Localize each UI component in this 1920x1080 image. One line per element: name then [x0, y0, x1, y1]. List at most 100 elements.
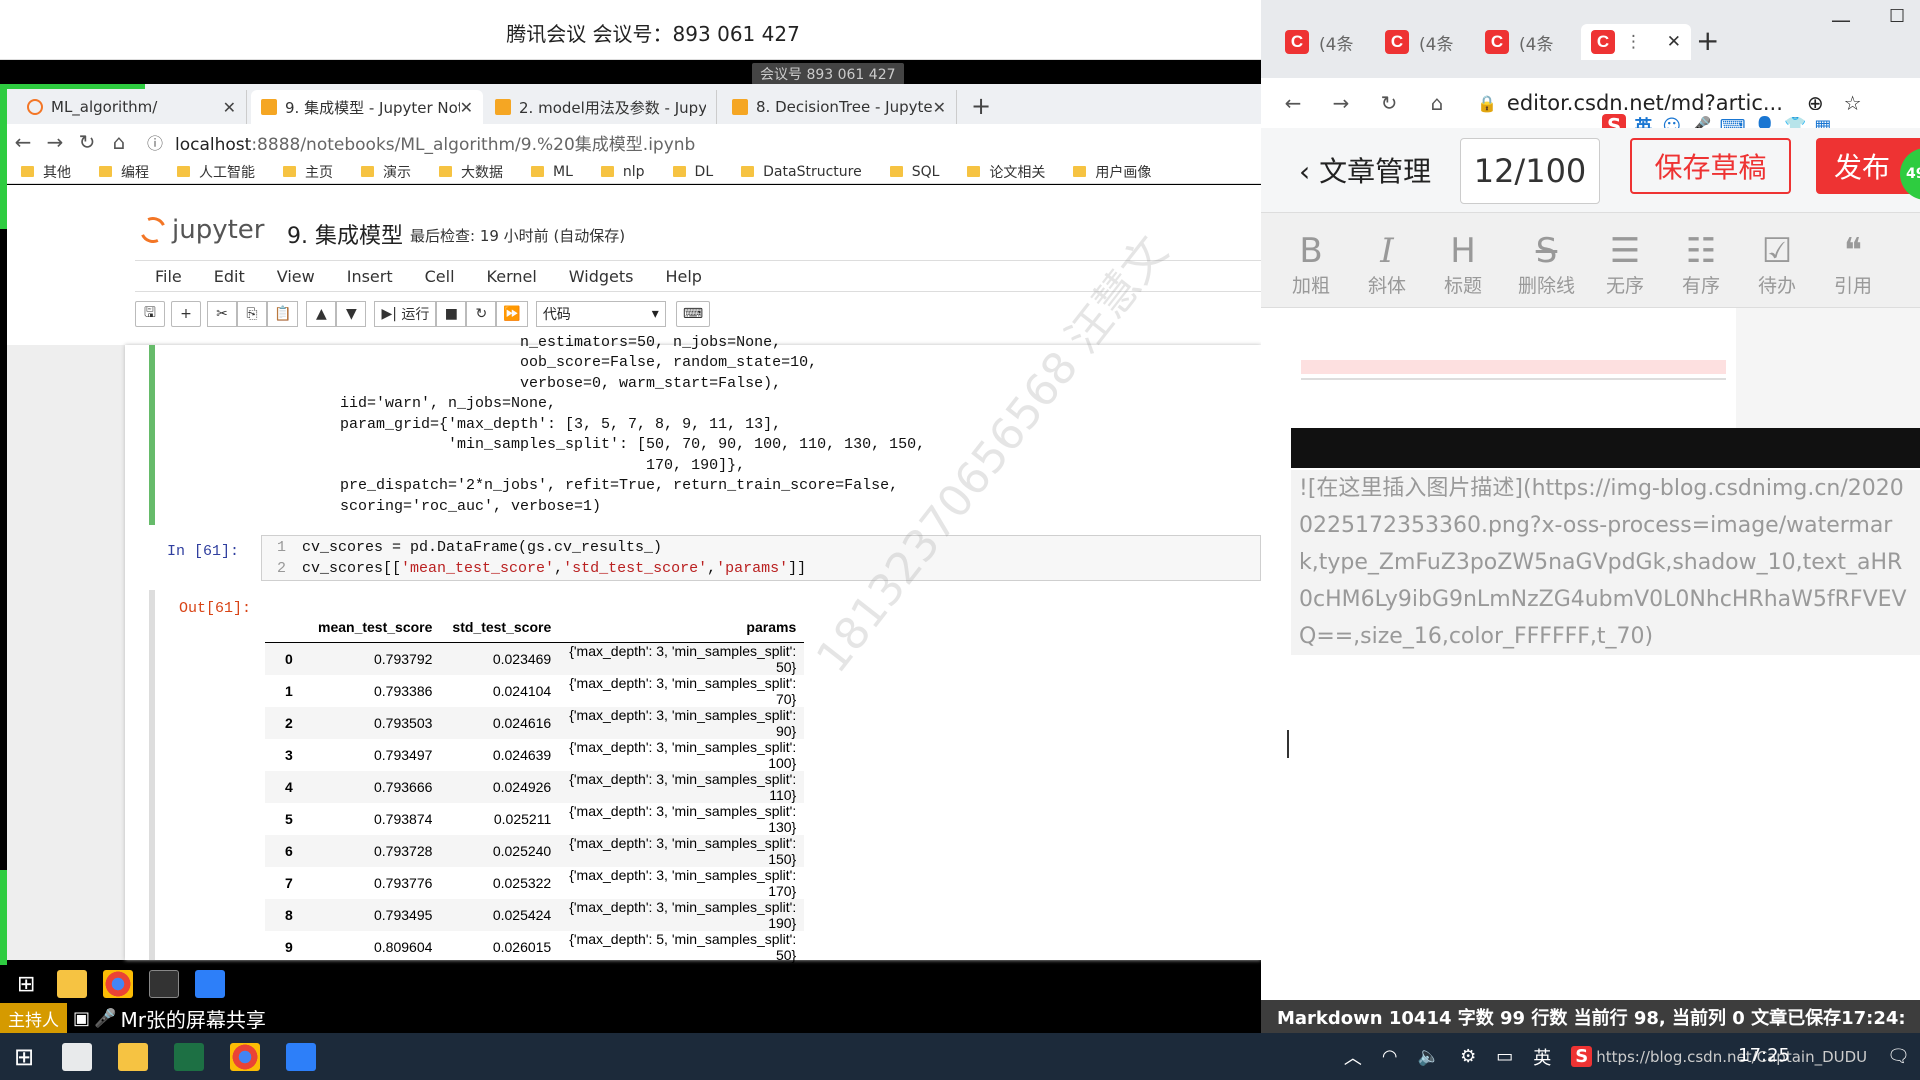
restart-icon[interactable]: ↻	[466, 301, 497, 327]
move-down-icon[interactable]: ▼	[336, 301, 367, 327]
menu-insert[interactable]: Insert	[347, 267, 393, 286]
menu-edit[interactable]: Edit	[214, 267, 245, 286]
tab-decision-tree[interactable]: 8. DecisionTree - Jupyter Note ✕	[722, 90, 957, 124]
cell-type-select[interactable]: 代码 ▾	[535, 301, 666, 327]
save-icon[interactable]: 🖫	[135, 301, 165, 327]
output-cell[interactable]: Out[61]: mean_test_score std_test_score …	[149, 590, 1261, 963]
bookmark-item[interactable]: SQL	[889, 164, 939, 180]
chrome-icon[interactable]	[230, 1042, 261, 1071]
copy-icon[interactable]: ⎘	[237, 301, 267, 327]
info-icon[interactable]: ⓘ	[147, 130, 163, 154]
bookmark-item[interactable]: 主页	[283, 162, 333, 182]
heading-button[interactable]: H 标题	[1438, 231, 1488, 298]
notebook-name[interactable]: 9. 集成模型	[287, 218, 403, 250]
terminal-icon[interactable]	[149, 970, 180, 998]
bookmark-item[interactable]: 人工智能	[177, 162, 255, 182]
menu-help[interactable]: Help	[665, 267, 701, 286]
mail-icon[interactable]	[62, 1042, 93, 1071]
paste-icon[interactable]: 📋	[267, 301, 299, 327]
bookmark-item[interactable]: nlp	[600, 164, 645, 180]
windows-start-icon[interactable]: ⊞	[14, 1043, 34, 1071]
csdn-tab-active[interactable]: C ⋮ ✕	[1581, 24, 1691, 60]
new-tab-button[interactable]: +	[971, 92, 991, 120]
back-icon[interactable]: ←	[1277, 91, 1309, 115]
unordered-list-button[interactable]: ☰ 无序	[1600, 231, 1650, 298]
italic-button[interactable]: I 斜体	[1362, 231, 1412, 298]
bookmark-item[interactable]: 演示	[361, 162, 411, 182]
reload-icon[interactable]: ↻	[71, 130, 103, 154]
bookmark-item[interactable]: 用户画像	[1073, 162, 1151, 182]
file-explorer-icon[interactable]	[57, 970, 88, 998]
chevron-up-icon[interactable]: ︿	[1344, 1044, 1362, 1070]
move-up-icon[interactable]: ▲	[306, 301, 337, 327]
home-icon[interactable]: ⌂	[1421, 91, 1453, 115]
menu-cell[interactable]: Cell	[425, 267, 455, 286]
close-icon[interactable]: ✕	[223, 98, 236, 117]
markdown-editor-text[interactable]: ![在这里插入图片描述](https://img-blog.csdnimg.cn…	[1291, 470, 1920, 655]
menu-widgets[interactable]: Widgets	[569, 267, 634, 286]
bookmark-item[interactable]: 编程	[99, 162, 149, 182]
forward-icon[interactable]: →	[1325, 91, 1357, 115]
home-icon[interactable]: ⌂	[103, 130, 135, 154]
ime-indicator[interactable]: 英	[1533, 1044, 1551, 1070]
screen-share-strip: 主持人 ▣ 🎤 Mr张的屏幕共享	[0, 1002, 1261, 1034]
code-input-cell[interactable]: 12 cv_scores = pd.DataFrame(gs.cv_result…	[261, 535, 1261, 581]
network-icon[interactable]: ⚙	[1460, 1046, 1476, 1067]
keyboard-icon[interactable]: ⌨	[675, 301, 711, 327]
display-icon[interactable]: ▭	[1496, 1046, 1513, 1067]
stop-icon[interactable]: ■	[436, 301, 467, 327]
close-icon[interactable]: ✕	[460, 98, 473, 117]
chrome-icon[interactable]	[103, 970, 134, 998]
strikethrough-button[interactable]: S 删除线	[1514, 231, 1579, 298]
csdn-tab[interactable]: C (4条	[1285, 24, 1353, 60]
maximize-icon[interactable]: ☐	[1889, 6, 1905, 27]
cut-icon[interactable]: ✂	[207, 301, 237, 327]
wifi-icon[interactable]: ◠	[1382, 1046, 1398, 1067]
microphone-icon[interactable]: 🎤	[94, 1008, 116, 1029]
todo-button[interactable]: ☑ 待办	[1752, 231, 1802, 298]
bookmark-item[interactable]: 论文相关	[967, 162, 1045, 182]
bold-button[interactable]: B 加粗	[1286, 231, 1336, 298]
save-draft-button[interactable]: 保存草稿	[1630, 138, 1791, 194]
close-icon[interactable]: ✕	[1667, 32, 1681, 52]
csdn-tab[interactable]: C (4条	[1485, 24, 1553, 60]
bookmark-item[interactable]: DL	[672, 164, 713, 180]
close-icon[interactable]: ✕	[933, 98, 946, 117]
excel-icon[interactable]	[174, 1042, 205, 1071]
url-input[interactable]: localhost:8888/notebooks/ML_algorithm/9.…	[175, 130, 695, 155]
add-cell-icon[interactable]: +	[171, 301, 201, 327]
star-icon[interactable]: ☆	[1844, 91, 1862, 115]
back-icon[interactable]: ←	[7, 130, 39, 154]
bookmark-item[interactable]: DataStructure	[741, 164, 862, 180]
lock-icon[interactable]: 🔒	[1477, 94, 1497, 113]
jupyter-logo[interactable]: jupyter	[136, 213, 264, 247]
sogou-icon[interactable]: S	[1571, 1046, 1593, 1067]
file-explorer-icon[interactable]	[118, 1042, 149, 1071]
notification-icon[interactable]: 🗨	[1887, 1046, 1910, 1067]
fast-forward-icon[interactable]: ⏩	[496, 301, 528, 327]
ordered-list-button[interactable]: ☷ 有序	[1676, 231, 1726, 298]
meeting-app-icon[interactable]	[286, 1042, 317, 1071]
new-tab-button[interactable]: +	[1696, 24, 1719, 57]
menu-file[interactable]: File	[155, 267, 182, 286]
tab-ml-algorithm[interactable]: ML_algorithm/ ✕	[17, 90, 247, 124]
run-button[interactable]: ▶| 运行	[374, 301, 437, 327]
reload-icon[interactable]: ↻	[1373, 91, 1405, 115]
menu-kernel[interactable]: Kernel	[487, 267, 537, 286]
tab-ensemble-notebook[interactable]: 9. 集成模型 - Jupyter Noteboo ✕	[251, 90, 483, 124]
minimize-icon[interactable]: —	[1831, 8, 1851, 32]
volume-icon[interactable]: 🔈	[1418, 1046, 1440, 1067]
windows-start-icon[interactable]: ⊞	[17, 972, 35, 997]
previous-output-cell[interactable]: n_estimators=50, n_jobs=None, oob_score=…	[149, 334, 1261, 525]
quote-button[interactable]: ❝ 引用	[1828, 231, 1878, 298]
bookmark-item[interactable]: 其他	[21, 162, 71, 182]
bookmark-item[interactable]: 大数据	[439, 162, 503, 182]
menu-view[interactable]: View	[277, 267, 315, 286]
meeting-app-icon[interactable]	[195, 970, 226, 998]
article-management-link[interactable]: ‹ 文章管理	[1299, 150, 1431, 190]
bookmark-item[interactable]: ML	[531, 164, 573, 180]
clock[interactable]: 17:25	[1738, 1045, 1790, 1066]
forward-icon[interactable]: →	[39, 130, 71, 154]
tab-model-usage[interactable]: 2. model用法及参数 - Jupyter	[485, 90, 717, 124]
csdn-tab[interactable]: C (4条	[1385, 24, 1453, 60]
